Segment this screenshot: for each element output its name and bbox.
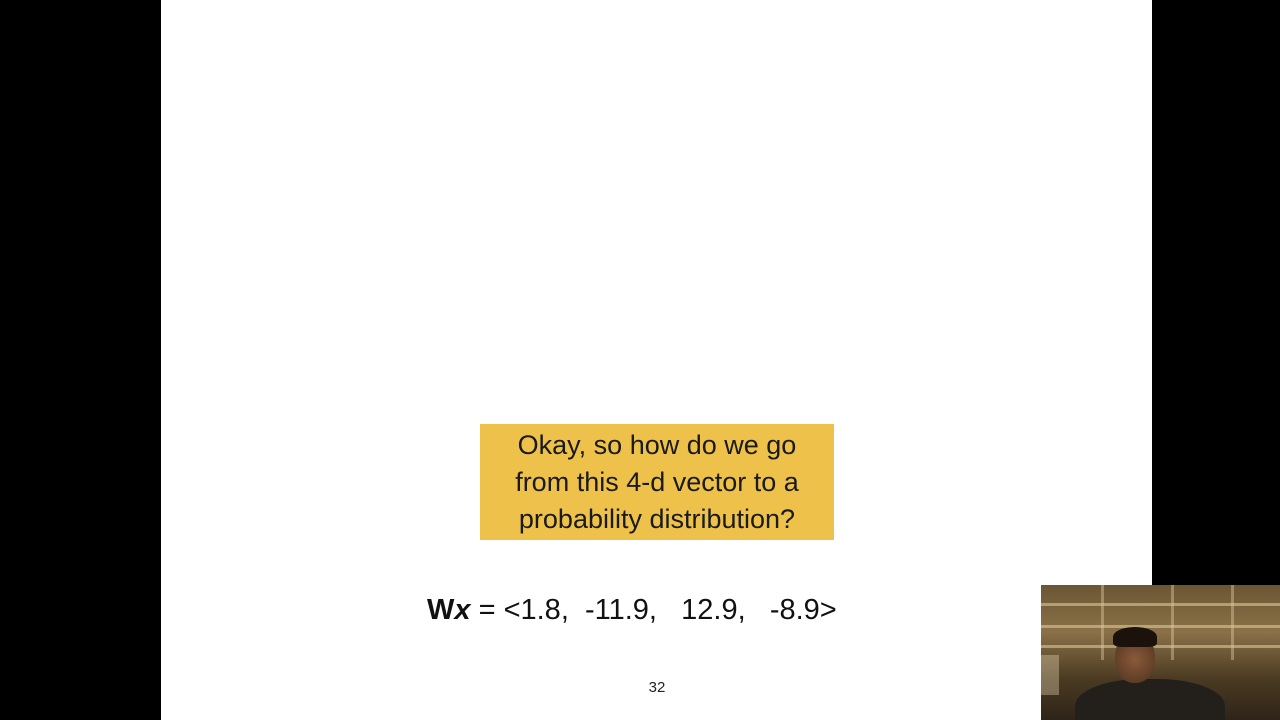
webcam-ceiling-post <box>1101 585 1104 660</box>
presenter-hair <box>1113 627 1157 647</box>
presenter-webcam <box>1041 585 1280 720</box>
page-number: 32 <box>648 679 666 696</box>
presenter-body <box>1075 679 1225 720</box>
webcam-ceiling-post <box>1231 585 1234 660</box>
callout-text: Okay, so how do we go from this 4-d vect… <box>515 429 799 534</box>
slide: Okay, so how do we go from this 4-d vect… <box>161 0 1152 720</box>
equation-x: x <box>454 594 471 626</box>
webcam-window-light <box>1041 655 1059 695</box>
webcam-ceiling-line <box>1041 645 1280 648</box>
screen: Okay, so how do we go from this 4-d vect… <box>0 0 1280 720</box>
callout-box: Okay, so how do we go from this 4-d vect… <box>480 424 834 540</box>
equation: Wx = <1.8, -11.9, 12.9, -8.9> <box>427 588 897 632</box>
webcam-ceiling-post <box>1171 585 1174 660</box>
webcam-ceiling-line <box>1041 625 1280 628</box>
webcam-ceiling-line <box>1041 603 1280 606</box>
equation-vector: = <1.8, -11.9, 12.9, -8.9> <box>470 594 837 626</box>
equation-w: W <box>427 594 455 626</box>
